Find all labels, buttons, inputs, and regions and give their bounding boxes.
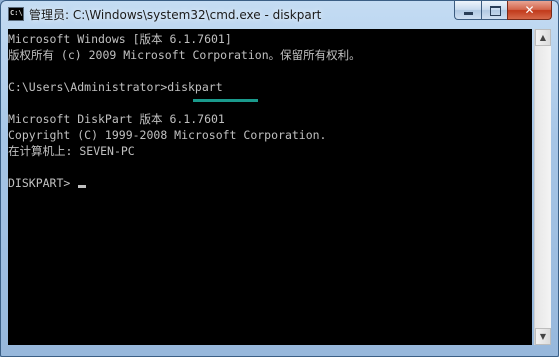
vertical-scrollbar[interactable]: ▲ ▼ — [534, 29, 551, 345]
text-cursor — [78, 185, 87, 188]
scroll-up-button[interactable]: ▲ — [535, 29, 551, 46]
caption-buttons: ✕ — [454, 1, 552, 21]
prompt-line[interactable]: DISKPART> — [8, 175, 87, 191]
console-line: 在计算机上: SEVEN-PC — [8, 144, 135, 158]
minimize-icon — [464, 12, 473, 15]
console-output[interactable]: Microsoft Windows [版本 6.1.7601] 版权所有 (c)… — [8, 29, 532, 345]
command-highlight — [193, 99, 258, 102]
console-line: C:\Users\Administrator>diskpart — [8, 80, 223, 94]
console-line: Microsoft DiskPart 版本 6.1.7601 — [8, 112, 225, 126]
cmd-app-icon[interactable]: C:\ — [8, 7, 24, 21]
close-icon: ✕ — [524, 3, 535, 17]
maximize-button[interactable] — [481, 1, 507, 20]
title-bar[interactable]: C:\ 管理员: C:\Windows\system32\cmd.exe - d… — [1, 1, 558, 27]
console-line: Copyright (C) 1999-2008 Microsoft Corpor… — [8, 128, 327, 142]
scroll-down-button[interactable]: ▼ — [535, 328, 551, 345]
console-line: Microsoft Windows [版本 6.1.7601] — [8, 32, 232, 46]
window-title: 管理员: C:\Windows\system32\cmd.exe - diskp… — [29, 8, 322, 22]
maximize-icon — [490, 6, 501, 16]
close-button[interactable]: ✕ — [507, 1, 552, 20]
cmd-window: C:\ 管理员: C:\Windows\system32\cmd.exe - d… — [0, 0, 559, 357]
window-bottom-border — [1, 345, 558, 356]
app-icon-glyph: C:\ — [10, 9, 23, 17]
console-line: 版权所有 (c) 2009 Microsoft Corporation。保留所有… — [8, 48, 361, 62]
minimize-button[interactable] — [454, 1, 481, 20]
diskpart-prompt: DISKPART> — [8, 176, 78, 190]
